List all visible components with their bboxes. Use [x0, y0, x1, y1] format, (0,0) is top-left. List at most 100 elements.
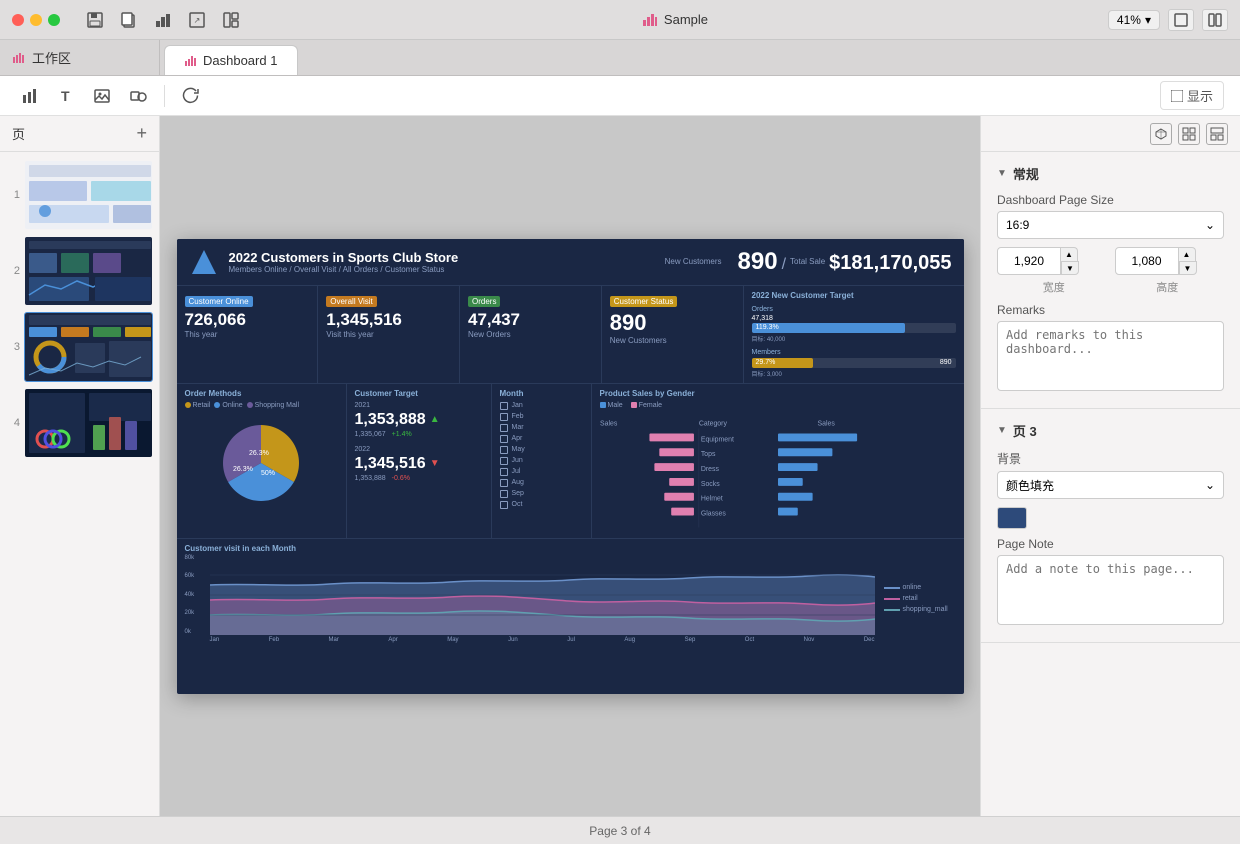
total-sale-label: Total Sale — [790, 257, 825, 266]
width-increment[interactable]: ▲ — [1060, 247, 1078, 261]
traffic-lights — [12, 14, 60, 26]
page-number-4: 4 — [6, 417, 20, 429]
grid-icon[interactable] — [1178, 123, 1200, 145]
x-axis-labels: Jan Feb Mar Apr May Jun Jul Aug Sep Oct … — [210, 637, 875, 643]
page-number-3: 3 — [6, 341, 20, 353]
area-chart: Jan Feb Mar Apr May Jun Jul Aug Sep Oct … — [210, 555, 875, 643]
pie-chart: 26.3% 50% 26.3% — [185, 413, 338, 513]
bg-color-swatch[interactable] — [997, 507, 1027, 529]
bg-label: 背景 — [997, 450, 1224, 467]
metric-customer-status: Customer Status 890 New Customers — [602, 286, 744, 383]
metric-value-2: 1,345,516 — [326, 310, 451, 330]
month-section: Month Jan Feb Mar Apr May Jun Jul Aug Se… — [492, 384, 592, 538]
orders-bar-pct: 119.3% — [756, 324, 779, 331]
page-note-textarea[interactable] — [997, 555, 1224, 625]
total-sale-value: $181,170,055 — [829, 252, 951, 275]
layout-options-icon[interactable] — [1206, 123, 1228, 145]
members-target-label: Members — [752, 349, 956, 356]
metric-sub-3: New Orders — [468, 330, 593, 339]
value-2021-row: 1,353,888 ▲ — [355, 411, 483, 429]
svg-text:26.3%: 26.3% — [249, 450, 269, 457]
page-number-2: 2 — [6, 265, 20, 277]
order-methods-title: Order Methods — [185, 389, 338, 398]
toolbar-separator — [164, 85, 165, 107]
page-thumbnail-2[interactable] — [24, 236, 153, 306]
height-decrement[interactable]: ▼ — [1179, 261, 1197, 275]
dashboard-logo — [189, 247, 219, 277]
area-chart-container: 80k 60k 40k 20k 0k — [185, 555, 956, 643]
metric-value-4: 890 — [610, 310, 735, 336]
close-button[interactable] — [12, 14, 24, 26]
add-page-button[interactable]: + — [136, 123, 147, 144]
page-section-header[interactable]: ▼ 页 3 — [997, 421, 1224, 440]
bg-select[interactable]: 颜色填充 ⌄ — [997, 471, 1224, 499]
arrow-down: ▼ — [430, 458, 440, 469]
page-size-label: Dashboard Page Size — [997, 193, 1224, 207]
height-stepper-buttons: ▲ ▼ — [1179, 247, 1197, 275]
page-thumbnail-4[interactable] — [24, 388, 153, 458]
new-customers-block: New Customers — [665, 257, 722, 266]
general-section-header[interactable]: ▼ 常规 — [997, 164, 1224, 183]
remarks-textarea[interactable] — [997, 321, 1224, 391]
members-bar-track: 29.7% 890 — [752, 358, 956, 368]
metric-value-3: 47,437 — [468, 310, 593, 330]
refresh-tool[interactable] — [177, 82, 205, 110]
maximize-button[interactable] — [48, 14, 60, 26]
view-split-button[interactable] — [1202, 9, 1228, 31]
metric-title-3: Orders — [468, 296, 500, 307]
sidebar-header: 页 + — [0, 116, 159, 152]
metric-title-1: Customer Online — [185, 296, 253, 307]
target-section: 2022 New Customer Target Orders 47,318 1… — [744, 286, 964, 383]
new-customers-label: New Customers — [665, 257, 722, 266]
status-text: Page 3 of 4 — [589, 824, 650, 838]
product-sales-chart: Sales Category Sales Equipment Tops Dres… — [600, 413, 956, 533]
title-bar-left: ↗ — [12, 9, 242, 31]
shape-tool[interactable] — [124, 82, 152, 110]
copy-icon[interactable] — [118, 9, 140, 31]
stats-values: 890 / Total Sale $181,170,055 — [738, 248, 952, 276]
display-button[interactable]: 显示 — [1160, 81, 1224, 110]
metric-value-1: 726,066 — [185, 310, 310, 330]
status-bar: Page 3 of 4 — [0, 816, 1240, 844]
height-increment[interactable]: ▲ — [1178, 247, 1196, 261]
bar-chart-tool[interactable] — [16, 82, 44, 110]
dashboard-title-block: 2022 Customers in Sports Club Store Memb… — [229, 250, 655, 274]
text-tool[interactable]: T — [52, 82, 80, 110]
view-single-button[interactable] — [1168, 9, 1194, 31]
width-decrement[interactable]: ▼ — [1061, 261, 1079, 275]
minimize-button[interactable] — [30, 14, 42, 26]
product-sales-title: Product Sales by Gender — [600, 389, 956, 398]
3d-icon[interactable] — [1150, 123, 1172, 145]
export-icon[interactable]: ↗ — [186, 9, 208, 31]
metric-overall-visit: Overall Visit 1,345,516 Visit this year — [318, 286, 460, 383]
width-stepper-buttons: ▲ ▼ — [1061, 247, 1079, 275]
svg-text:Sales: Sales — [600, 420, 618, 427]
layout-icon[interactable] — [220, 9, 242, 31]
color-swatch-row — [997, 507, 1224, 529]
month-title: Month — [500, 389, 583, 398]
svg-text:Category: Category — [698, 420, 727, 427]
page-thumbnail-3[interactable] — [24, 312, 153, 382]
image-tool[interactable] — [88, 82, 116, 110]
arrow-up: ▲ — [430, 414, 440, 425]
product-sales-section: Product Sales by Gender Male Female Sale… — [592, 384, 964, 538]
page-size-select[interactable]: 16:9 ⌄ — [997, 211, 1224, 239]
svg-text:50%: 50% — [261, 470, 275, 477]
slash: / — [782, 256, 786, 274]
tab-dashboard1[interactable]: Dashboard 1 — [164, 45, 298, 75]
chart-icon[interactable] — [152, 9, 174, 31]
order-methods-section: Order Methods Retail Online Shopping Mal… — [177, 384, 347, 538]
width-value[interactable]: 1,920 — [997, 247, 1061, 275]
product-sales-legend: Male Female — [600, 402, 956, 409]
general-section: ▼ 常规 Dashboard Page Size 16:9 ⌄ 1,920 ▲ … — [981, 152, 1240, 409]
page-entry-4: 4 — [6, 388, 153, 458]
metric-customer-online: Customer Online 726,066 This year — [177, 286, 319, 383]
height-value[interactable]: 1,080 — [1115, 247, 1179, 275]
members-value: 890 — [940, 359, 952, 366]
zoom-control[interactable]: 41% ▾ — [1108, 10, 1160, 30]
height-label: 高度 — [1111, 279, 1225, 295]
dimensions-row: 1,920 ▲ ▼ 1,080 ▲ ▼ — [997, 247, 1224, 275]
page-thumbnail-1[interactable] — [24, 160, 153, 230]
main-area: 页 + 1 — [0, 116, 1240, 816]
save-icon[interactable] — [84, 9, 106, 31]
